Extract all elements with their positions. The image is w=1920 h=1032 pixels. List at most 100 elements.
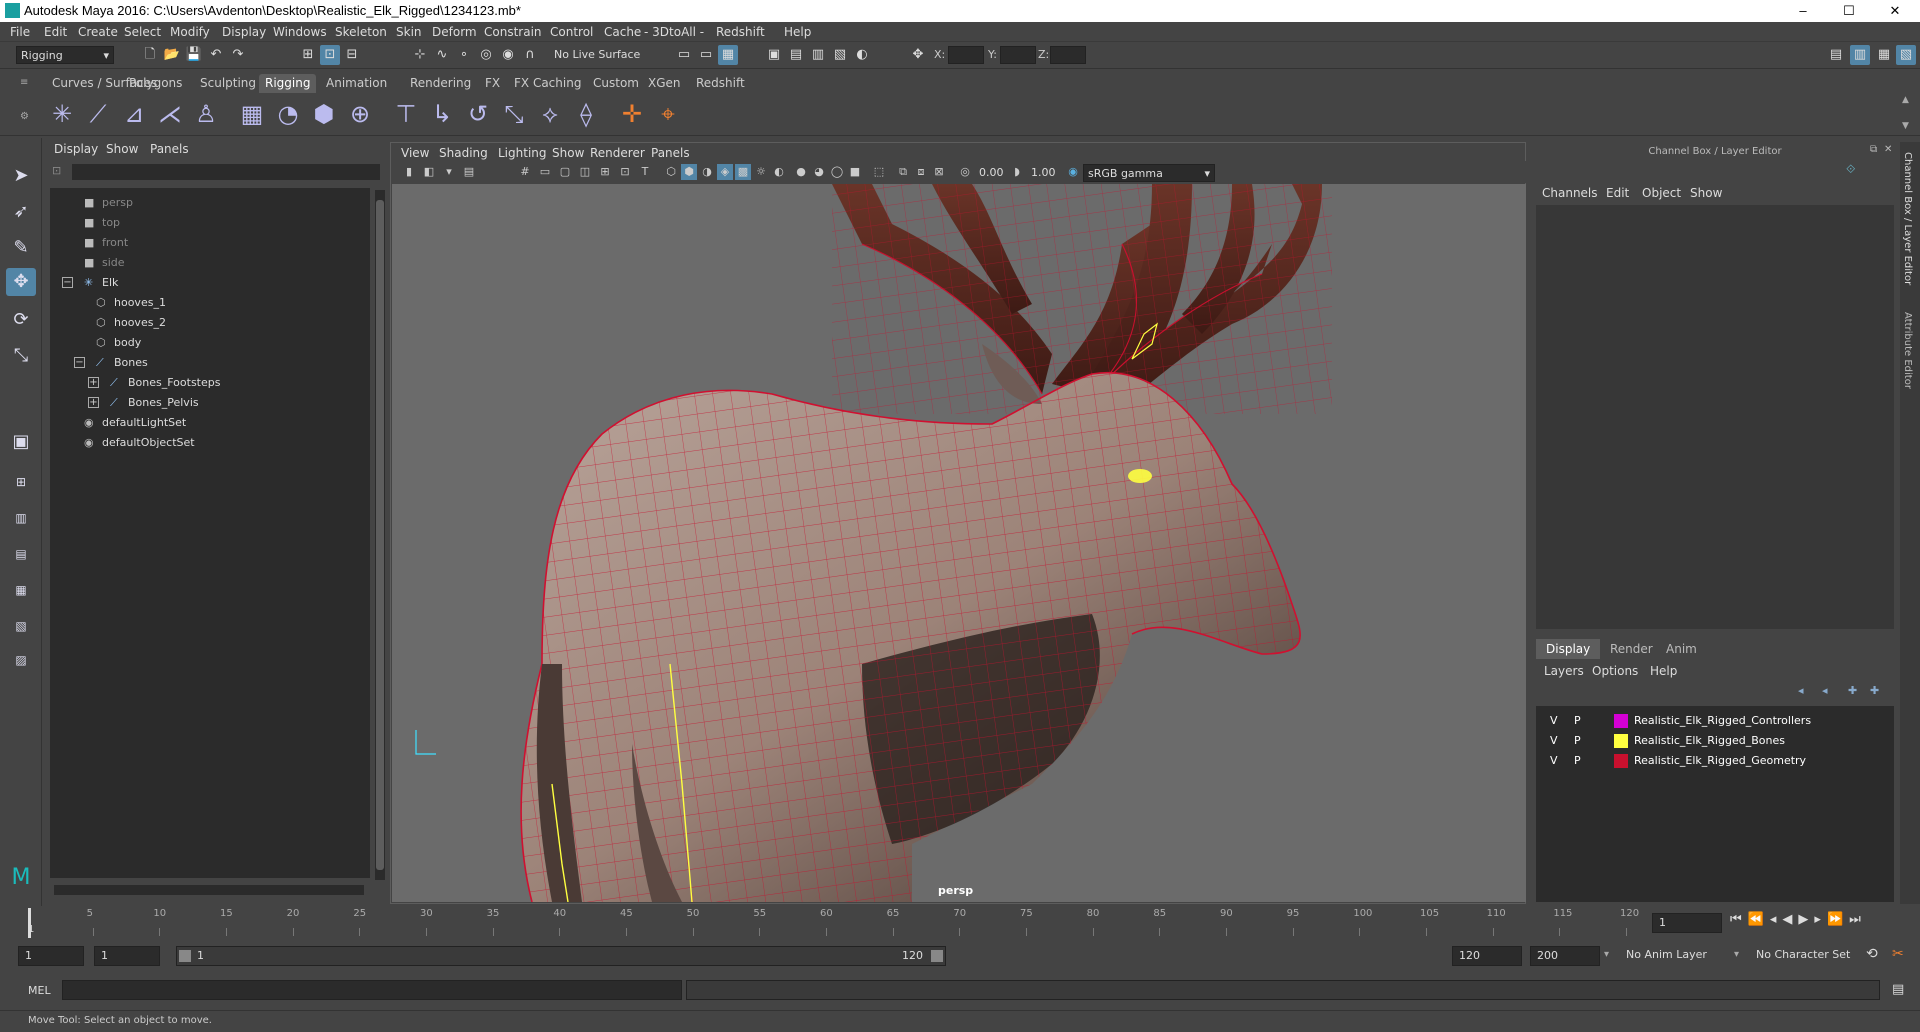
orient-constraint-icon[interactable]: ↺ (462, 98, 494, 130)
viewport-menu-view[interactable]: View (401, 146, 429, 160)
outliner-item[interactable]: − ⟋ Bones (50, 354, 370, 372)
menu-skin[interactable]: Skin (396, 25, 422, 39)
custom-layout-icon[interactable]: ▨ (6, 646, 36, 674)
bookmark-icon[interactable]: ▾ (441, 164, 457, 180)
shelf-tab-redshift[interactable]: Redshift (690, 74, 751, 93)
outliner-item[interactable]: + ⟋ Bones_Pelvis (50, 394, 370, 412)
hypershade-icon[interactable]: ◐ (852, 45, 872, 65)
menu-modify[interactable]: Modify (170, 25, 210, 39)
exposure-field[interactable]: 0.00 (975, 164, 1013, 182)
use-all-lights-icon[interactable]: ☼ (753, 164, 769, 180)
magnet-icon[interactable]: ∩ (520, 45, 540, 65)
layer-color-swatch[interactable] (1614, 714, 1628, 728)
rigify-icon[interactable]: ⌖ (652, 98, 684, 130)
filter-icon[interactable]: ⊡ (52, 164, 66, 178)
shelf-tab-animation[interactable]: Animation (320, 74, 393, 93)
wireframe-icon[interactable]: ⬡ (663, 164, 679, 180)
layer-row[interactable]: V P Realistic_Elk_Rigged_Controllers (1542, 712, 1892, 730)
lasso-tool-icon[interactable]: ➶ (6, 198, 36, 226)
create-joints-icon[interactable]: ✳ (46, 98, 78, 130)
menu-create[interactable]: Create (78, 25, 118, 39)
command-language-toggle[interactable]: MEL (28, 984, 51, 997)
wrap-deformer-icon[interactable]: ⬢ (308, 98, 340, 130)
locator-icon[interactable]: ✛ (616, 98, 648, 130)
motion-blur-icon[interactable]: ◕ (811, 164, 827, 180)
scale-constraint-icon[interactable]: ⤡ (498, 98, 530, 130)
script-editor-icon[interactable]: ▤ (1892, 982, 1904, 997)
cb-menu-object[interactable]: Object (1642, 186, 1681, 200)
two-view-layout-icon[interactable]: ▥ (6, 504, 36, 532)
new-layer-icon[interactable]: ✚ (1848, 684, 1857, 697)
menu-3dtoall[interactable]: - 3DtoAll - (644, 25, 704, 39)
viewport-menu-renderer[interactable]: Renderer (590, 146, 645, 160)
layer-visibility-toggle[interactable]: V (1550, 712, 1558, 730)
outliner-horizontal-scrollbar[interactable] (54, 885, 364, 895)
move-layer-down-icon[interactable]: ◂ (1822, 684, 1828, 697)
outliner-search-input[interactable] (72, 164, 380, 180)
anim-layer-dropdown[interactable]: No Anim Layer (1620, 946, 1740, 966)
layer-menu-help[interactable]: Help (1650, 664, 1677, 678)
layer-row[interactable]: V P Realistic_Elk_Rigged_Geometry (1542, 752, 1892, 770)
outliner-item[interactable]: ◉ defaultLightSet (50, 414, 370, 432)
isolate-select-icon[interactable]: ⬚ (871, 164, 887, 180)
go-to-start-icon[interactable]: ⏮ (1730, 912, 1748, 927)
output-ops-icon[interactable]: ▭ (696, 45, 716, 65)
outliner-item[interactable]: + ⟋ Bones_Footsteps (50, 374, 370, 392)
snap-surface-icon[interactable]: ◉ (498, 45, 518, 65)
side-tab-attribute-editor[interactable]: Attribute Editor (1902, 312, 1913, 389)
viewport-menu-show[interactable]: Show (552, 146, 584, 160)
insert-joint-icon[interactable]: ⟋ (82, 98, 114, 130)
side-tab-channel-box[interactable]: Channel Box / Layer Editor (1902, 152, 1913, 285)
outliner-item[interactable]: ■ persp (50, 194, 370, 212)
snap-view-icon[interactable]: ◎ (476, 45, 496, 65)
layer-playback-toggle[interactable]: P (1574, 732, 1581, 750)
layer-color-swatch[interactable] (1614, 734, 1628, 748)
hypershade-layout-icon[interactable]: ▧ (6, 612, 36, 640)
four-view-layout-icon[interactable]: ⊞ (6, 468, 36, 496)
channel-box-axis-icon[interactable]: ⟐ (1846, 162, 1855, 177)
persp-outliner-layout-icon[interactable]: ▤ (6, 540, 36, 568)
tab-render[interactable]: Render (1600, 639, 1663, 659)
z-field[interactable] (1050, 46, 1086, 64)
x-field[interactable] (948, 46, 984, 64)
snap-point-icon[interactable]: ∘ (454, 45, 474, 65)
tab-anim[interactable]: Anim (1656, 639, 1707, 659)
menu-display[interactable]: Display (222, 25, 266, 39)
outliner-menu-show[interactable]: Show (106, 142, 138, 156)
pole-vector-icon[interactable]: ⟠ (570, 98, 602, 130)
cb-menu-channels[interactable]: Channels (1542, 186, 1598, 200)
shelf-tab-fx[interactable]: FX (479, 74, 506, 93)
field-chart-icon[interactable]: ⊞ (597, 164, 613, 180)
exposure-icon[interactable]: ◎ (957, 164, 973, 180)
tool-settings-icon[interactable]: ▦ (1874, 45, 1894, 65)
shadows-icon[interactable]: ◐ (771, 164, 787, 180)
shelf-tab-rigging[interactable]: Rigging (259, 74, 317, 93)
shelf-tab-rendering[interactable]: Rendering (404, 74, 477, 93)
range-slider[interactable]: 1 120 (176, 946, 946, 966)
save-scene-icon[interactable]: 💾 (184, 45, 204, 65)
scale-tool-icon[interactable]: ⤡ (6, 342, 36, 370)
transform-constraint-icon[interactable]: ✥ (908, 45, 928, 65)
current-time-indicator[interactable] (28, 908, 31, 938)
smooth-shade-icon[interactable]: ⬢ (681, 164, 697, 180)
channel-box-toggle-icon[interactable]: ▧ (1896, 45, 1916, 65)
outliner-item[interactable]: ◉ defaultObjectSet (50, 434, 370, 452)
default-material-icon[interactable]: ◑ (699, 164, 715, 180)
cluster-icon[interactable]: ◔ (272, 98, 304, 130)
menu-file[interactable]: File (10, 25, 30, 39)
redo-icon[interactable]: ↷ (228, 45, 248, 65)
outliner-menu-panels[interactable]: Panels (150, 142, 189, 156)
step-forward-icon[interactable]: ⏩ (1827, 912, 1849, 927)
layer-playback-toggle[interactable]: P (1574, 752, 1581, 770)
mel-command-input[interactable] (62, 980, 682, 1000)
cb-menu-show[interactable]: Show (1690, 186, 1722, 200)
y-field[interactable] (1000, 46, 1036, 64)
live-surface-field[interactable]: No Live Surface (550, 46, 648, 64)
play-forwards-icon[interactable]: ▶ (1798, 912, 1814, 927)
range-end-handle[interactable] (931, 950, 943, 962)
depth-of-field-icon[interactable]: ■ (847, 164, 863, 180)
gate-mask-icon[interactable]: ◫ (577, 164, 593, 180)
menu-windows[interactable]: Windows (273, 25, 327, 39)
layer-row[interactable]: V P Realistic_Elk_Rigged_Bones (1542, 732, 1892, 750)
viewport-menu-lighting[interactable]: Lighting (498, 146, 547, 160)
